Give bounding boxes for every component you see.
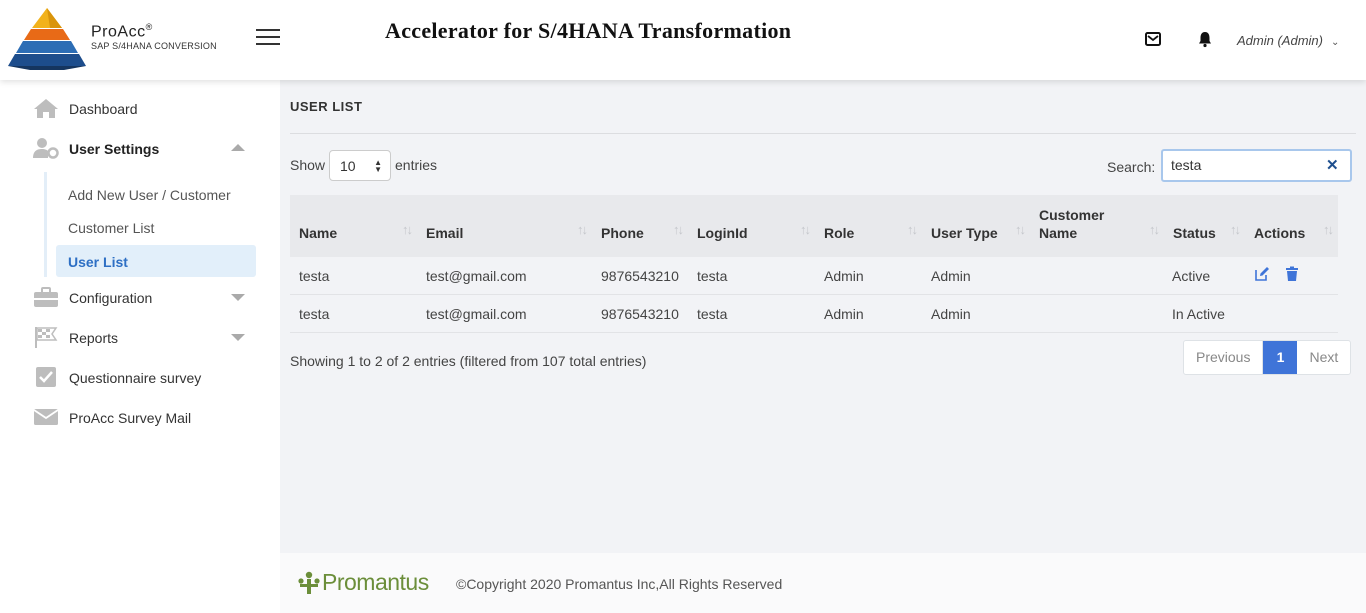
sidebar: Dashboard User Settings Add New User / C… xyxy=(0,80,280,613)
sort-icon: ↑↓ xyxy=(402,222,413,237)
table-info: Showing 1 to 2 of 2 entries (filtered fr… xyxy=(290,353,647,369)
cell-name: testa xyxy=(299,268,330,284)
chevron-down-icon xyxy=(231,334,245,341)
briefcase-icon xyxy=(34,287,58,307)
cell-status: Active xyxy=(1172,268,1211,284)
cell-email: test@gmail.com xyxy=(426,306,527,322)
promantus-logo-text: Promantus xyxy=(322,569,429,595)
select-arrows-icon: ▲ ▼ xyxy=(374,158,382,174)
cell-user-type: Admin xyxy=(931,268,971,284)
page-title: USER LIST xyxy=(290,99,363,114)
cell-phone: 9876543210 xyxy=(601,306,679,322)
sort-icon: ↑↓ xyxy=(673,222,684,237)
cell-role: Admin xyxy=(824,268,864,284)
edit-icon[interactable] xyxy=(1254,266,1270,282)
home-icon xyxy=(34,99,58,118)
col-header-user-type[interactable]: User Type ↑↓ xyxy=(922,195,1030,257)
sort-icon: ↑↓ xyxy=(1015,222,1026,237)
checkbox-icon xyxy=(36,367,56,387)
table-row: testa test@gmail.com 9876543210 testa Ad… xyxy=(290,257,1338,295)
menu-toggle-icon[interactable] xyxy=(256,29,280,47)
entries-length-select[interactable]: 10 ▲ ▼ xyxy=(329,150,391,181)
sidebar-item-add-user[interactable]: Add New User / Customer xyxy=(56,178,256,210)
cell-phone: 9876543210 xyxy=(601,268,679,284)
table-row: testa test@gmail.com 9876543210 testa Ad… xyxy=(290,295,1338,333)
page-1-button[interactable]: 1 xyxy=(1263,341,1298,374)
previous-page-button[interactable]: Previous xyxy=(1184,341,1264,374)
sidebar-item-customer-list[interactable]: Customer List xyxy=(56,211,256,243)
cell-email: test@gmail.com xyxy=(426,268,527,284)
divider xyxy=(290,133,1356,134)
cell-name: testa xyxy=(299,306,330,322)
delete-icon[interactable] xyxy=(1284,266,1300,282)
user-settings-icon xyxy=(33,138,59,159)
cell-user-type: Admin xyxy=(931,306,971,322)
sidebar-item-survey-mail[interactable]: ProAcc Survey Mail xyxy=(0,399,280,435)
flag-icon xyxy=(35,327,58,348)
col-header-loginid[interactable]: LoginId ↑↓ xyxy=(688,195,815,257)
cell-loginid: testa xyxy=(697,306,728,322)
sort-icon: ↑↓ xyxy=(907,222,918,237)
entries-label: entries xyxy=(395,157,438,173)
brand-name: ProAcc® xyxy=(91,22,153,41)
search-field[interactable]: ✕ xyxy=(1161,149,1352,182)
copyright: ©Copyright 2020 Promantus Inc,All Rights… xyxy=(456,576,783,592)
sort-icon: ↑↓ xyxy=(577,222,588,237)
search-label: Search: xyxy=(1107,159,1156,175)
col-header-actions[interactable]: Actions ↑↓ xyxy=(1245,195,1338,257)
sort-icon: ↑↓ xyxy=(800,222,811,237)
cell-role: Admin xyxy=(824,306,864,322)
promantus-logo-icon xyxy=(298,571,320,594)
chevron-up-icon xyxy=(231,144,245,151)
brand-subtitle: SAP S/4HANA CONVERSION xyxy=(91,41,217,51)
sidebar-item-reports[interactable]: Reports xyxy=(0,319,280,355)
col-header-role[interactable]: Role ↑↓ xyxy=(815,195,922,257)
next-page-button[interactable]: Next xyxy=(1297,341,1350,374)
sidebar-item-dashboard[interactable]: Dashboard xyxy=(0,90,280,126)
bell-icon[interactable] xyxy=(1196,30,1214,48)
clear-search-icon[interactable]: ✕ xyxy=(1326,156,1339,174)
cell-status: In Active xyxy=(1172,306,1225,322)
main-content: USER LIST Show 10 ▲▼ entries Search: ✕ N… xyxy=(280,80,1366,553)
col-header-email[interactable]: Email ↑↓ xyxy=(417,195,592,257)
col-header-status[interactable]: Status ↑↓ xyxy=(1164,195,1245,257)
cell-loginid: testa xyxy=(697,268,728,284)
sort-icon: ↑↓ xyxy=(1323,222,1334,237)
submenu-line xyxy=(44,172,47,277)
col-header-phone[interactable]: Phone ↑↓ xyxy=(592,195,688,257)
search-input[interactable] xyxy=(1171,157,1321,173)
sidebar-item-user-settings[interactable]: User Settings xyxy=(0,130,280,166)
footer: Promantus ©Copyright 2020 Promantus Inc,… xyxy=(280,553,1366,613)
envelope-icon xyxy=(33,409,59,425)
show-label: Show xyxy=(290,157,326,173)
table-header: Name ↑↓ Email ↑↓ Phone ↑↓ LoginId ↑↓ Role ↑↓ … xyxy=(290,195,1338,257)
chevron-down-icon: ⌄ xyxy=(1330,37,1340,48)
top-header: ProAcc® SAP S/4HANA CONVERSION Accelerat… xyxy=(0,0,1366,80)
col-header-customer-name[interactable]: Customer Name ↑↓ xyxy=(1030,195,1164,257)
sort-icon: ↑↓ xyxy=(1149,222,1160,237)
pagination: Previous 1 Next xyxy=(1183,340,1352,375)
sidebar-item-questionnaire[interactable]: Questionnaire survey xyxy=(0,359,280,395)
sort-icon: ↑↓ xyxy=(1230,222,1241,237)
col-header-name[interactable]: Name ↑↓ xyxy=(290,195,417,257)
app-title: Accelerator for S/4HANA Transformation xyxy=(385,18,792,43)
sidebar-item-configuration[interactable]: Configuration xyxy=(0,279,280,315)
sidebar-item-user-list[interactable]: User List xyxy=(56,245,256,277)
chevron-down-icon xyxy=(231,294,245,301)
mail-icon[interactable] xyxy=(1144,30,1162,48)
proacc-logo xyxy=(8,8,86,70)
user-menu[interactable]: Admin (Admin) ⌄ xyxy=(1237,33,1339,48)
